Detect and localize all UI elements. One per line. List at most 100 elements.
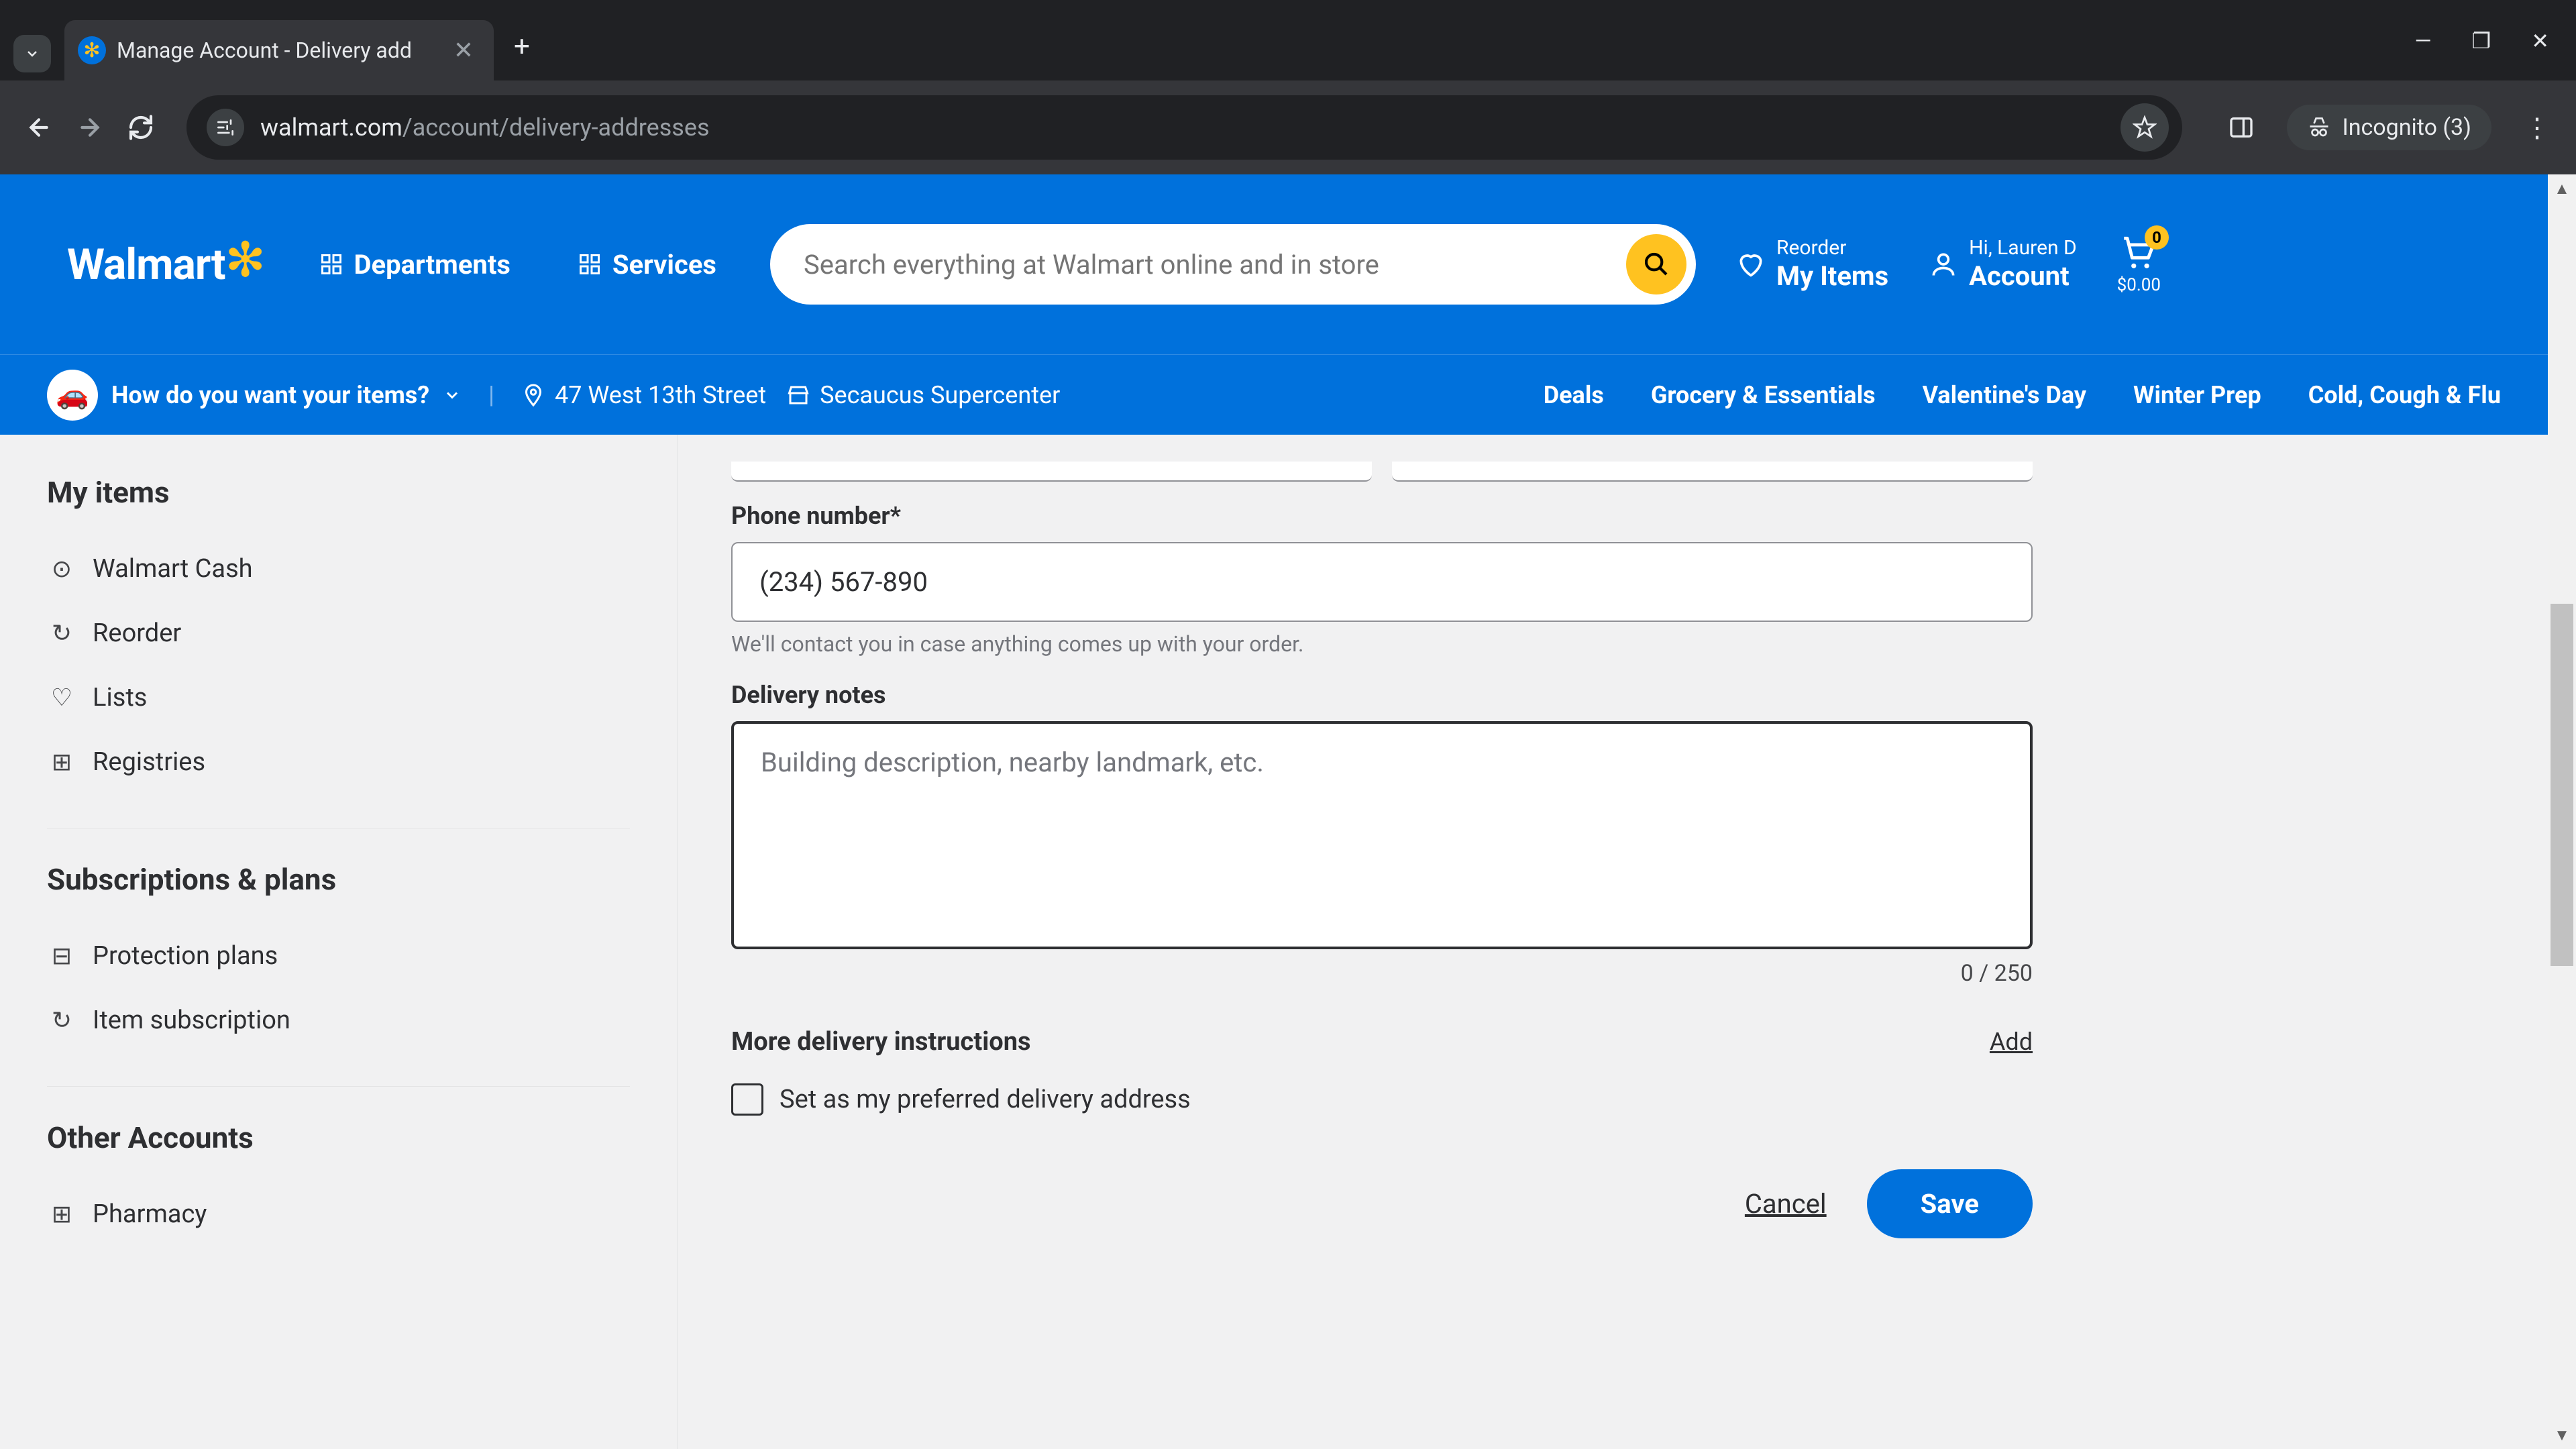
- bookmark-button[interactable]: [2121, 103, 2169, 152]
- account-sidebar: My items ⊙ Walmart Cash ↻ Reorder ♡ List…: [0, 435, 678, 1449]
- heart-icon: ♡: [47, 684, 76, 712]
- services-button[interactable]: Services: [564, 235, 730, 294]
- url-text: walmart.com/account/delivery-addresses: [260, 113, 2104, 142]
- pharmacy-icon: ⊞: [47, 1200, 76, 1228]
- subheader-link[interactable]: Winter Prep: [2133, 381, 2261, 409]
- add-instructions-link[interactable]: Add: [1990, 1028, 2033, 1056]
- maximize-button[interactable]: ❐: [2472, 28, 2491, 54]
- back-button[interactable]: [20, 109, 58, 146]
- arrow-right-icon: [76, 114, 103, 141]
- reload-icon: [127, 114, 154, 141]
- my-items-link[interactable]: Reorder My Items: [1736, 236, 1888, 292]
- save-button[interactable]: Save: [1867, 1169, 2033, 1238]
- tune-icon: [215, 117, 236, 138]
- chevron-down-icon: [443, 386, 462, 405]
- account-link[interactable]: Hi, Lauren D Account: [1929, 236, 2077, 292]
- cart-badge: 0: [2145, 225, 2169, 250]
- search-input[interactable]: [804, 249, 1626, 280]
- new-tab-button[interactable]: +: [514, 30, 530, 63]
- refresh-icon: ↻: [47, 1006, 76, 1034]
- star-icon: [2133, 115, 2157, 140]
- gift-icon: ⊞: [47, 748, 76, 776]
- address-bar[interactable]: walmart.com/account/delivery-addresses: [186, 95, 2182, 160]
- services-icon: [578, 252, 602, 276]
- tab-title: Manage Account - Delivery add: [117, 38, 412, 63]
- scroll-up-button[interactable]: ▲: [2548, 174, 2576, 203]
- phone-hint: We'll contact you in case anything comes…: [731, 631, 2033, 657]
- sidebar-item-registries[interactable]: ⊞ Registries: [47, 730, 630, 794]
- main-area: My items ⊙ Walmart Cash ↻ Reorder ♡ List…: [0, 435, 2548, 1449]
- scroll-thumb[interactable]: [2551, 604, 2573, 966]
- cash-icon: ⊙: [47, 555, 76, 583]
- panel-icon: [2228, 114, 2255, 141]
- search-bar: [770, 224, 1696, 305]
- close-window-button[interactable]: ✕: [2531, 28, 2549, 54]
- search-button[interactable]: [1626, 234, 1686, 294]
- store-location[interactable]: Secaucus Supercenter: [786, 381, 1060, 409]
- departments-button[interactable]: Departments: [306, 235, 524, 294]
- phone-label: Phone number*: [731, 502, 2033, 530]
- notes-label: Delivery notes: [731, 681, 2033, 709]
- form-field-partial[interactable]: [1392, 462, 2033, 482]
- pin-icon: [521, 383, 545, 407]
- preferred-address-label: Set as my preferred delivery address: [780, 1085, 1191, 1114]
- sidebar-heading-other-accounts: Other Accounts: [47, 1120, 630, 1155]
- walmart-subheader: 🚗 How do you want your items? | 47 West …: [0, 354, 2548, 435]
- reload-button[interactable]: [122, 109, 160, 146]
- subheader-link[interactable]: Deals: [1544, 381, 1604, 409]
- more-instructions-label: More delivery instructions: [731, 1027, 1031, 1057]
- preferred-address-checkbox[interactable]: [731, 1083, 763, 1116]
- window-controls: — ❐ ✕: [2415, 28, 2549, 54]
- sidebar-item-walmart-cash[interactable]: ⊙ Walmart Cash: [47, 537, 630, 601]
- tab-search-button[interactable]: [13, 35, 51, 72]
- user-icon: [1929, 250, 1958, 279]
- fulfillment-intent[interactable]: 🚗 How do you want your items?: [47, 370, 462, 421]
- char-count: 0 / 250: [731, 960, 2033, 987]
- subheader-links: Deals Grocery & Essentials Valentine's D…: [1544, 381, 2501, 409]
- sidebar-item-pharmacy[interactable]: ⊞ Pharmacy: [47, 1182, 630, 1246]
- intent-avatar-icon: 🚗: [47, 370, 98, 421]
- browser-toolbar: walmart.com/account/delivery-addresses I…: [0, 80, 2576, 174]
- cart-button[interactable]: 0 $0.00: [2117, 233, 2161, 295]
- browser-chrome: ✻ Manage Account - Delivery add ✕ + — ❐ …: [0, 0, 2576, 174]
- store-icon: [786, 383, 810, 407]
- sidebar-divider: [47, 1086, 630, 1087]
- incognito-indicator[interactable]: Incognito (3): [2287, 105, 2491, 150]
- sidebar-item-reorder[interactable]: ↻ Reorder: [47, 601, 630, 665]
- incognito-label: Incognito (3): [2342, 114, 2471, 141]
- browser-titlebar: ✻ Manage Account - Delivery add ✕ + — ❐ …: [0, 0, 2576, 80]
- form-field-partial[interactable]: [731, 462, 1372, 482]
- notes-textarea[interactable]: [731, 721, 2033, 949]
- address-form: Phone number* We'll contact you in case …: [678, 435, 2086, 1449]
- shield-icon: ⊟: [47, 942, 76, 970]
- phone-input[interactable]: [731, 542, 2033, 622]
- minimize-button[interactable]: —: [2415, 28, 2432, 54]
- incognito-icon: [2307, 115, 2331, 140]
- arrow-left-icon: [25, 114, 52, 141]
- scroll-down-button[interactable]: ▼: [2548, 1421, 2576, 1449]
- page-scrollbar[interactable]: ▲ ▼: [2548, 174, 2576, 1449]
- site-settings-button[interactable]: [207, 109, 244, 146]
- close-tab-button[interactable]: ✕: [453, 36, 474, 64]
- sidebar-item-item-subscription[interactable]: ↻ Item subscription: [47, 988, 630, 1053]
- cancel-button[interactable]: Cancel: [1745, 1188, 1827, 1220]
- subheader-link[interactable]: Valentine's Day: [1923, 381, 2086, 409]
- subheader-link[interactable]: Cold, Cough & Flu: [2308, 381, 2501, 409]
- sidebar-heading-my-items: My items: [47, 475, 630, 510]
- panel-button[interactable]: [2222, 109, 2260, 146]
- reorder-icon: ↻: [47, 619, 76, 647]
- grid-icon: [319, 252, 343, 276]
- walmart-header: Walmart Departments Services: [0, 174, 2548, 354]
- address-location[interactable]: 47 West 13th Street: [521, 381, 766, 409]
- subheader-link[interactable]: Grocery & Essentials: [1651, 381, 1876, 409]
- forward-button[interactable]: [71, 109, 109, 146]
- sidebar-item-protection-plans[interactable]: ⊟ Protection plans: [47, 924, 630, 988]
- search-icon: [1643, 251, 1670, 278]
- cart-price: $0.00: [2117, 275, 2161, 295]
- spark-icon: [232, 248, 266, 281]
- browser-menu-button[interactable]: ⋮: [2518, 109, 2556, 146]
- sidebar-item-lists[interactable]: ♡ Lists: [47, 665, 630, 730]
- walmart-logo[interactable]: Walmart: [67, 239, 266, 290]
- browser-tab[interactable]: ✻ Manage Account - Delivery add ✕: [64, 20, 494, 80]
- sidebar-heading-subscriptions: Subscriptions & plans: [47, 862, 630, 897]
